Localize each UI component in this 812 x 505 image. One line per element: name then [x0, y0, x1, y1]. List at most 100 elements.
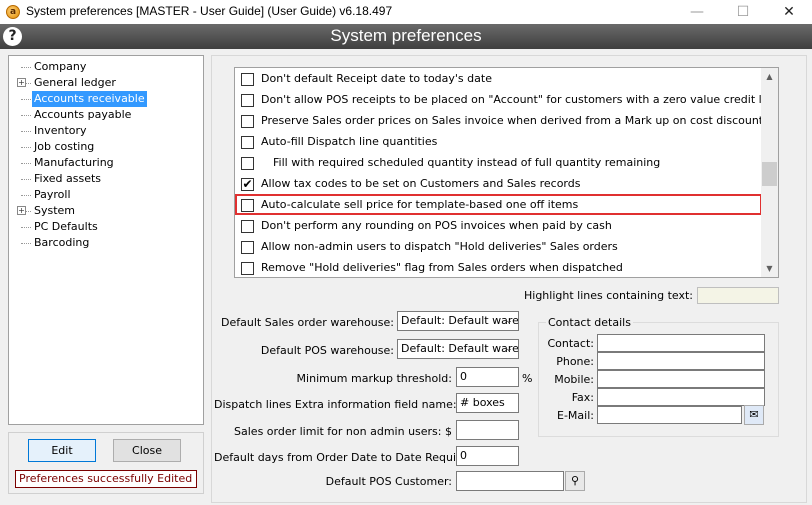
- tree-item[interactable]: System: [32, 203, 77, 219]
- tree-connector: [21, 163, 31, 164]
- checklist-row[interactable]: Auto-fill Dispatch line quantities: [235, 131, 762, 152]
- checkbox-label: Auto-fill Dispatch line quantities: [261, 135, 438, 148]
- status-message: Preferences successfully Edited: [15, 470, 197, 488]
- tree-item[interactable]: Company: [32, 59, 88, 75]
- scroll-down-icon[interactable]: ▼: [761, 260, 778, 277]
- tree-connector: [21, 227, 31, 228]
- help-icon[interactable]: ?: [3, 27, 22, 46]
- tree-item[interactable]: PC Defaults: [32, 219, 100, 235]
- checklist-row[interactable]: Don't allow POS receipts to be placed on…: [235, 89, 778, 110]
- checkbox[interactable]: [241, 199, 254, 212]
- contact-field-label: Phone:: [556, 355, 594, 368]
- checklist-row[interactable]: Don't perform any rounding on POS invoic…: [235, 215, 762, 236]
- checklist-row[interactable]: Preserve Sales order prices on Sales inv…: [235, 110, 764, 131]
- page-title: System preferences: [330, 26, 482, 45]
- checkbox-label: Auto-calculate sell price for template-b…: [261, 198, 579, 211]
- sales-order-limit-input[interactable]: [456, 420, 519, 440]
- checkbox-label: Allow non-admin users to dispatch "Hold …: [261, 240, 618, 253]
- tree-item[interactable]: Manufacturing: [32, 155, 116, 171]
- tree-connector: [21, 195, 31, 196]
- checkbox[interactable]: [241, 262, 254, 275]
- checkbox[interactable]: [241, 136, 254, 149]
- tree-item[interactable]: Fixed assets: [32, 171, 103, 187]
- checkbox-label: Fill with required scheduled quantity in…: [273, 156, 661, 169]
- contact-field-label: Fax:: [571, 391, 594, 404]
- search-icon[interactable]: ⚲: [565, 471, 585, 491]
- checkbox[interactable]: [241, 73, 254, 86]
- percent-suffix: %: [522, 372, 533, 385]
- sales-order-warehouse-label: Default Sales order warehouse:: [221, 316, 394, 329]
- tree-item[interactable]: Payroll: [32, 187, 73, 203]
- tree-item[interactable]: Accounts receivable: [32, 91, 147, 107]
- checklist-row[interactable]: Remove "Hold deliveries" flag from Sales…: [235, 257, 762, 277]
- minimize-icon[interactable]: —: [674, 0, 720, 24]
- checklist-row[interactable]: Auto-calculate sell price for template-b…: [235, 194, 762, 215]
- default-days-input[interactable]: 0: [456, 446, 519, 466]
- tree-item[interactable]: Job costing: [32, 139, 96, 155]
- contact-field-input[interactable]: [597, 334, 765, 352]
- tree-connector: [21, 115, 31, 116]
- checklist-row[interactable]: ✔ Allow tax codes to be set on Customers …: [235, 173, 762, 194]
- dispatch-field-label: Dispatch lines Extra information field n…: [214, 398, 457, 411]
- checklist-row[interactable]: Don't default Receipt date to today's da…: [235, 68, 762, 89]
- tree-item[interactable]: General ledger: [32, 75, 118, 91]
- pos-customer-label: Default POS Customer:: [325, 475, 452, 488]
- tree-connector: [21, 67, 31, 68]
- edit-button[interactable]: Edit: [28, 439, 96, 462]
- checkbox-label: Don't default Receipt date to today's da…: [261, 72, 492, 85]
- checkbox[interactable]: [241, 220, 254, 233]
- checkbox-label: Remove "Hold deliveries" flag from Sales…: [261, 261, 623, 274]
- tree-connector: [21, 147, 31, 148]
- contact-field-input[interactable]: [597, 388, 765, 406]
- min-markup-label: Minimum markup threshold:: [296, 372, 452, 385]
- chevron-down-icon: ⌄: [505, 344, 513, 354]
- tree-item[interactable]: Accounts payable: [32, 107, 133, 123]
- preferences-tree: Company + General ledger Accounts receivabl…: [8, 55, 204, 425]
- pos-warehouse-select[interactable]: Default: Default ware ⌄: [397, 339, 519, 359]
- pos-customer-input[interactable]: [456, 471, 564, 491]
- highlight-label: Highlight lines containing text:: [524, 289, 693, 302]
- contact-field-input[interactable]: [597, 406, 742, 424]
- dispatch-field-input[interactable]: # boxes: [456, 393, 519, 413]
- pos-warehouse-label: Default POS warehouse:: [260, 344, 394, 357]
- contact-field-input[interactable]: [597, 370, 765, 388]
- scroll-up-icon[interactable]: ▲: [761, 68, 778, 85]
- checkbox[interactable]: [241, 94, 254, 107]
- checkbox[interactable]: [241, 241, 254, 254]
- maximize-icon[interactable]: ☐: [720, 0, 766, 24]
- tree-item[interactable]: Barcoding: [32, 235, 91, 251]
- close-button[interactable]: Close: [113, 439, 181, 462]
- contact-field-label: Mobile:: [554, 373, 594, 386]
- checkbox[interactable]: ✔: [241, 178, 254, 191]
- expand-icon[interactable]: +: [17, 206, 26, 215]
- scroll-thumb[interactable]: [762, 162, 777, 186]
- sales-order-limit-label: Sales order limit for non admin users: $: [234, 425, 452, 438]
- checkbox[interactable]: [241, 157, 254, 170]
- contact-details-legend: Contact details: [546, 316, 633, 329]
- preferences-checklist: Don't default Receipt date to today's da…: [234, 67, 779, 278]
- checkbox-label: Don't allow POS receipts to be placed on…: [261, 93, 779, 106]
- checklist-row[interactable]: Fill with required scheduled quantity in…: [235, 152, 762, 173]
- min-markup-input[interactable]: 0: [456, 367, 519, 387]
- tree-connector: [21, 179, 31, 180]
- checkbox-label: Allow tax codes to be set on Customers a…: [261, 177, 581, 190]
- app-icon: a: [6, 5, 20, 19]
- sales-order-warehouse-select[interactable]: Default: Default ware ⌄: [397, 311, 519, 331]
- window-title: System preferences [MASTER - User Guide]…: [26, 4, 393, 18]
- highlight-input[interactable]: [697, 287, 779, 304]
- default-days-label: Default days from Order Date to Date Req…: [214, 451, 478, 464]
- email-send-icon[interactable]: ✉: [744, 405, 764, 425]
- checklist-row[interactable]: Allow non-admin users to dispatch "Hold …: [235, 236, 762, 257]
- contact-field-label: E-Mail:: [557, 409, 594, 422]
- contact-field-label: Contact:: [547, 337, 594, 350]
- tree-item[interactable]: Inventory: [32, 123, 89, 139]
- checkbox-label: Don't perform any rounding on POS invoic…: [261, 219, 612, 232]
- tree-connector: [21, 131, 31, 132]
- checkbox-label: Preserve Sales order prices on Sales inv…: [261, 114, 764, 127]
- chevron-down-icon: ⌄: [505, 316, 513, 326]
- close-window-icon[interactable]: ✕: [766, 0, 812, 24]
- checkbox[interactable]: [241, 115, 254, 128]
- tree-connector: [21, 99, 31, 100]
- expand-icon[interactable]: +: [17, 78, 26, 87]
- contact-field-input[interactable]: [597, 352, 765, 370]
